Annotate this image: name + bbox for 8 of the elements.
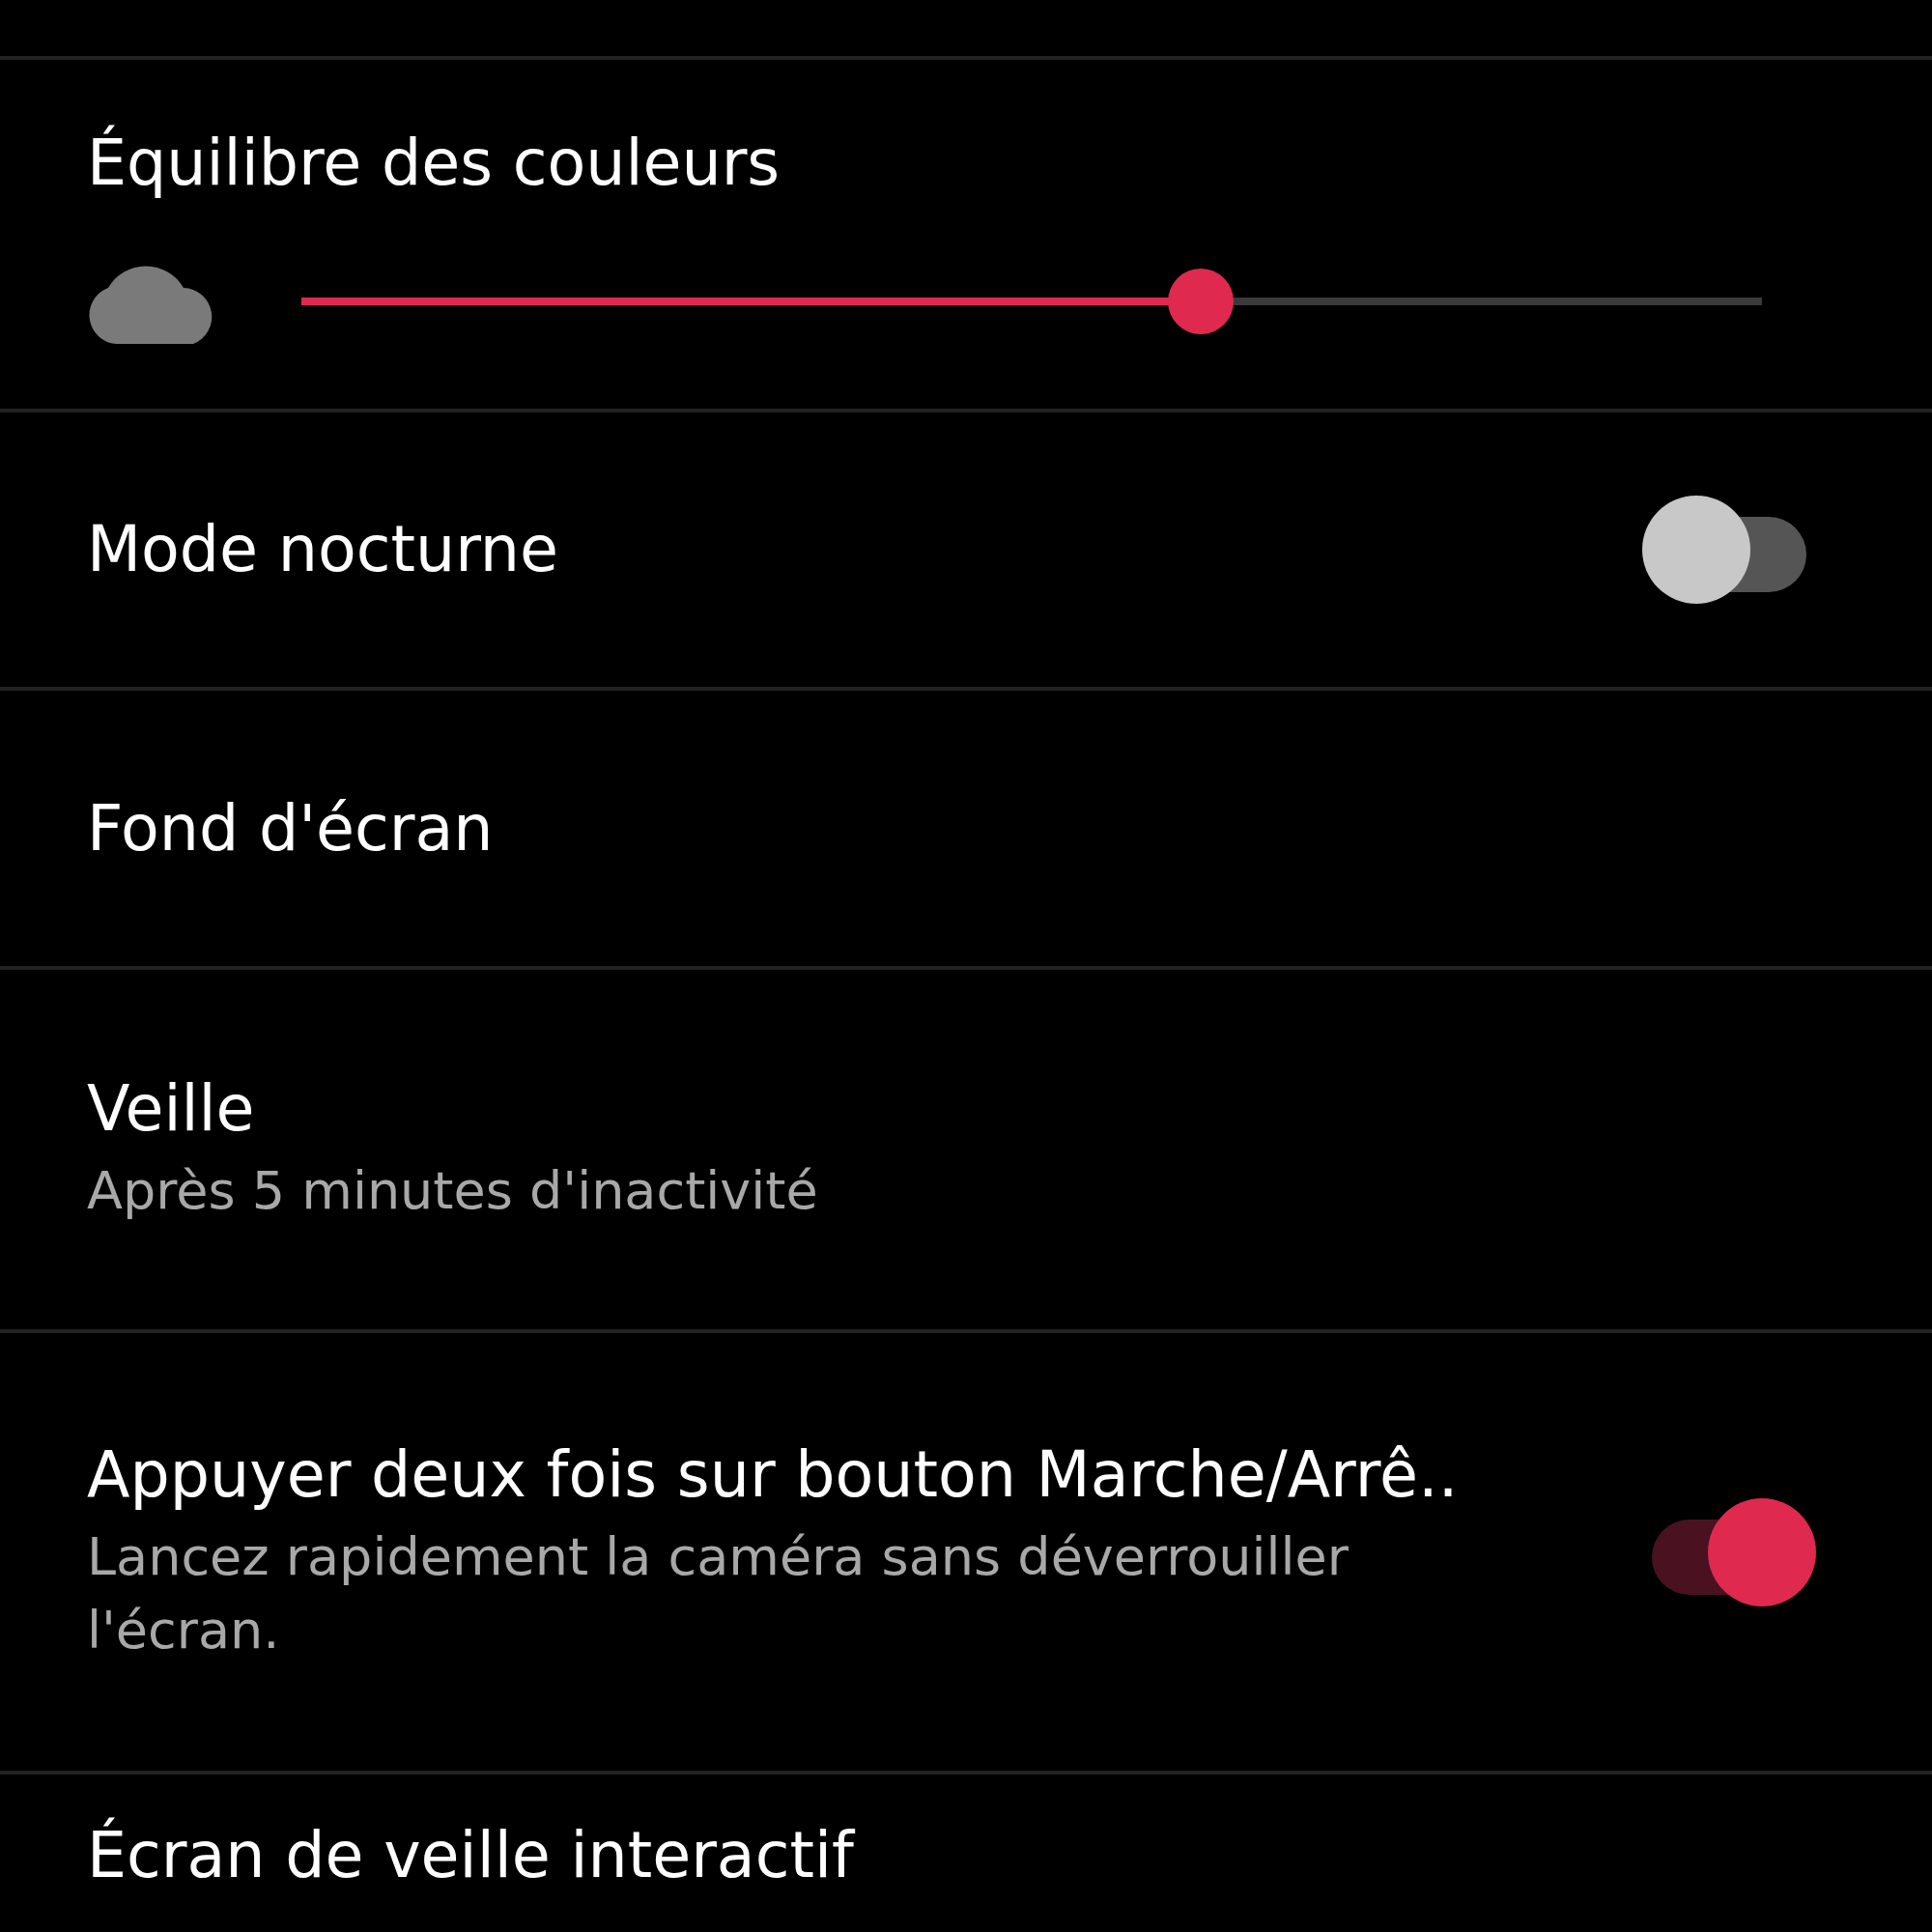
setting-title: Équilibre des couleurs xyxy=(87,125,781,201)
setting-title[interactable]: Appuyer deux fois sur bouton Marche/Arrê.. xyxy=(87,1436,1642,1513)
setting-description: Après 5 minutes d'inactivité xyxy=(87,1159,819,1224)
setting-title[interactable]: Mode nocturne xyxy=(87,512,1642,587)
setting-title[interactable]: Écran de veille interactif xyxy=(87,1818,1816,1893)
setting-description: Lancez rapidement la caméra sans déverrouiller l'écran. xyxy=(87,1524,1350,1662)
setting-title[interactable]: Veille xyxy=(87,1071,1816,1148)
setting-title[interactable]: Fond d'écran xyxy=(87,790,1816,867)
